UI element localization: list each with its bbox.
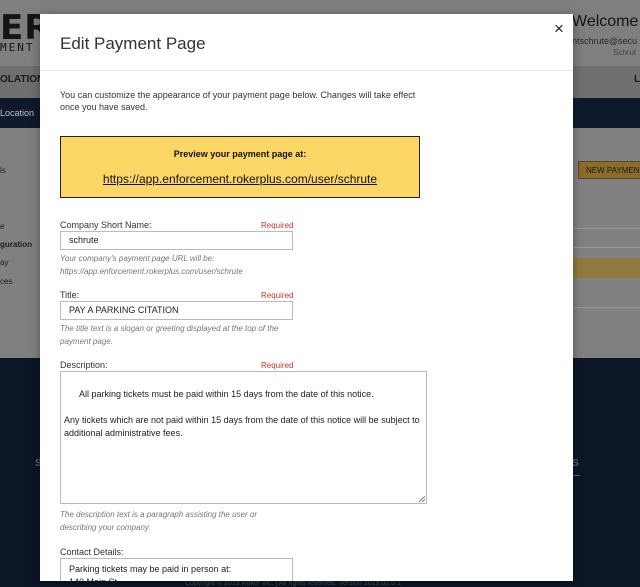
nav-item-violations[interactable]: OLATION (0, 74, 44, 85)
welcome-text: Welcome D (572, 13, 640, 30)
user-name: Schrut (613, 48, 637, 57)
divider (572, 307, 640, 308)
close-icon[interactable]: × (550, 20, 568, 38)
required-indicator: Required (261, 291, 294, 300)
footer-divider (572, 475, 580, 476)
company-short-name-input[interactable]: schrute (60, 231, 293, 250)
modal-title: Edit Payment Page (60, 34, 206, 53)
resize-handle-icon[interactable] (419, 496, 425, 502)
app-logo-subtitle: MENT (0, 41, 35, 54)
sidebar-item[interactable]: ls (0, 166, 6, 175)
company-short-name-label: Company Short Name: (60, 220, 152, 230)
divider (572, 247, 640, 248)
sidebar-item[interactable]: e (0, 222, 4, 231)
subnav-item-location[interactable]: Location (0, 108, 34, 118)
required-indicator: Required (261, 221, 294, 230)
contact-details-label: Contact Details: (60, 547, 124, 557)
required-indicator: Required (261, 361, 294, 370)
new-payment-button[interactable]: NEW PAYMEN (578, 161, 640, 179)
preview-box: Preview your payment page at: https://ap… (60, 136, 420, 198)
nav-item-right[interactable]: L (634, 74, 640, 85)
contact-details-textarea[interactable]: Parking tickets may be paid in person at… (60, 558, 293, 581)
edit-payment-page-modal: Edit Payment Page × You can customize th… (40, 14, 573, 581)
description-text: All parking tickets must be paid within … (64, 389, 420, 438)
title-input[interactable]: PAY A PARKING CITATION (60, 301, 293, 320)
preview-url-link[interactable]: https://app.enforcement.rokerplus.com/us… (61, 172, 419, 186)
divider (572, 228, 640, 229)
sidebar-item[interactable]: ces (0, 277, 12, 286)
footer-heading: S (572, 458, 579, 469)
description-label: Description: (60, 360, 108, 370)
company-url-help: Your company's payment page URL will be:… (60, 254, 243, 276)
preview-label: Preview your payment page at: (173, 149, 307, 159)
sidebar-item-configuration[interactable]: guration (0, 240, 32, 249)
title-help: The title text is a slogan or greeting d… (60, 324, 279, 346)
description-help: The description text is a paragraph assi… (60, 510, 257, 532)
title-label: Title: (60, 290, 80, 300)
intro-text: You can customize the appearance of your… (60, 90, 416, 112)
description-textarea[interactable]: All parking tickets must be paid within … (60, 371, 427, 504)
copyright-text: Copyright © 2019 Roker Inc. | All rights… (185, 580, 401, 587)
modal-header: Edit Payment Page × (40, 14, 573, 71)
table-header-bar (572, 258, 640, 278)
user-email: ntschrute@secu (572, 36, 638, 46)
sidebar-item[interactable]: ay (0, 258, 8, 267)
